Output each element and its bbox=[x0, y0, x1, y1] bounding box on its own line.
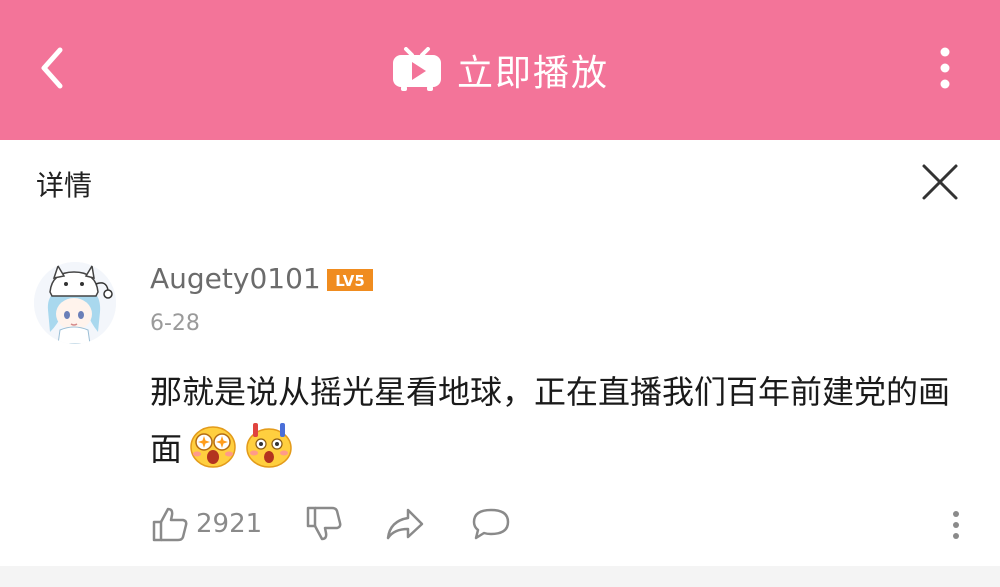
reply-icon bbox=[472, 508, 510, 540]
username[interactable]: Augety0101 bbox=[150, 262, 321, 295]
level-text: LV5 bbox=[335, 272, 365, 290]
title-area: 立即播放 bbox=[0, 0, 1000, 140]
shocked-emoji-icon bbox=[246, 423, 292, 468]
close-button[interactable] bbox=[916, 158, 964, 206]
chevron-left-icon bbox=[41, 47, 63, 89]
anime-avatar-icon bbox=[34, 262, 116, 344]
comment-date: 6-28 bbox=[150, 311, 200, 336]
level-badge-icon: LV5 bbox=[327, 269, 373, 291]
page-title: 立即播放 bbox=[456, 53, 609, 94]
detail-title: 详情 bbox=[36, 169, 93, 202]
back-button[interactable] bbox=[30, 38, 80, 98]
more-options-button[interactable] bbox=[930, 42, 960, 98]
share-icon bbox=[386, 508, 424, 540]
play-now-button[interactable]: 立即播放 bbox=[391, 44, 609, 96]
comment-actions: 2921 bbox=[150, 500, 980, 550]
avatar[interactable] bbox=[34, 262, 116, 344]
comment-more-button[interactable] bbox=[946, 506, 966, 544]
detail-header: 详情 bbox=[0, 140, 1000, 226]
vertical-dots-icon bbox=[940, 47, 950, 89]
top-bar: 立即播放 bbox=[0, 0, 1000, 140]
share-button[interactable] bbox=[384, 504, 426, 544]
level-badge: LV5 bbox=[327, 269, 373, 291]
like-count: 2921 bbox=[196, 509, 263, 539]
close-icon bbox=[922, 164, 958, 200]
star-eyes-emoji-icon bbox=[190, 426, 236, 468]
dislike-button[interactable] bbox=[302, 504, 344, 544]
more-icon bbox=[953, 511, 959, 539]
reply-button[interactable] bbox=[470, 504, 512, 544]
tv-play-icon bbox=[392, 47, 441, 91]
thumbs-up-icon bbox=[152, 507, 188, 542]
like-button[interactable]: 2921 bbox=[150, 504, 262, 544]
thumbs-down-icon bbox=[306, 506, 342, 541]
bottom-divider bbox=[0, 566, 1000, 587]
comment-body: 那就是说从摇光星看地球，正在直播我们百年前建党的画面 bbox=[150, 364, 970, 477]
